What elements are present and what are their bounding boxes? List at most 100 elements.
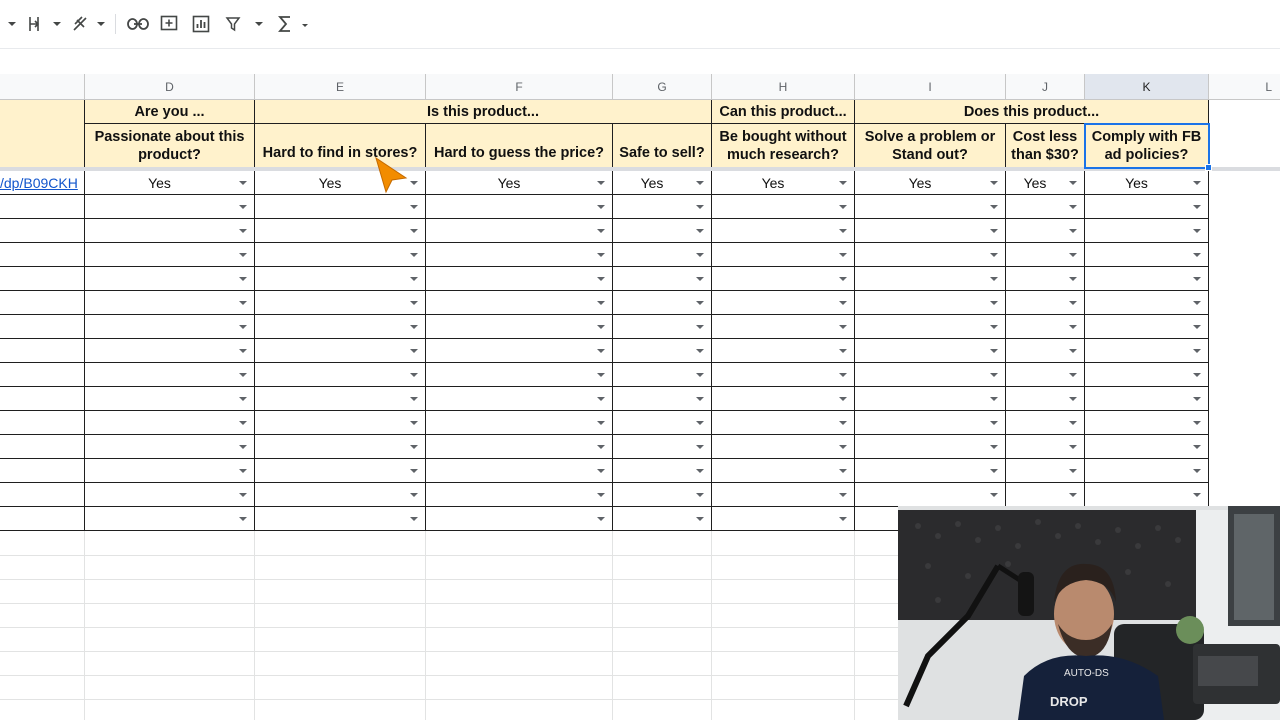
- dropdown-arrow-icon[interactable]: [990, 180, 998, 185]
- dropdown-arrow-icon[interactable]: [239, 372, 247, 377]
- dropdown-cell-g[interactable]: [613, 387, 712, 411]
- dropdown-arrow-icon[interactable]: [597, 396, 605, 401]
- text-wrap-icon[interactable]: [26, 12, 62, 36]
- product-link-cell[interactable]: [0, 387, 85, 411]
- dropdown-arrow-icon[interactable]: [839, 396, 847, 401]
- dropdown-arrow-icon[interactable]: [839, 276, 847, 281]
- dropdown-cell-k[interactable]: [1085, 315, 1209, 339]
- question-bought-without-research[interactable]: Be bought without much research?: [712, 124, 855, 168]
- dropdown-cell-k[interactable]: [1085, 435, 1209, 459]
- column-header-l[interactable]: L: [1209, 74, 1280, 99]
- dropdown-cell-j[interactable]: [1006, 411, 1085, 435]
- dropdown-arrow-icon[interactable]: [410, 252, 418, 257]
- dropdown-arrow-icon[interactable]: [410, 444, 418, 449]
- dropdown-cell-f[interactable]: [426, 387, 613, 411]
- dropdown-arrow-icon[interactable]: [990, 348, 998, 353]
- dropdown-arrow-icon[interactable]: [1193, 348, 1201, 353]
- question-solve-problem[interactable]: Solve a problem or Stand out?: [855, 124, 1006, 168]
- dropdown-arrow-icon[interactable]: [696, 516, 704, 521]
- dropdown-arrow-icon[interactable]: [839, 300, 847, 305]
- dropdown-cell-j[interactable]: [1006, 339, 1085, 363]
- dropdown-arrow-icon[interactable]: [839, 180, 847, 185]
- dropdown-arrow-icon[interactable]: [239, 300, 247, 305]
- dropdown-arrow-icon[interactable]: [597, 276, 605, 281]
- dropdown-arrow-icon[interactable]: [696, 252, 704, 257]
- dropdown-cell-i[interactable]: Yes: [855, 171, 1006, 195]
- dropdown-cell-d[interactable]: [85, 291, 255, 315]
- dropdown-arrow-icon[interactable]: [410, 276, 418, 281]
- dropdown-arrow-icon[interactable]: [839, 492, 847, 497]
- dropdown-cell-d[interactable]: [85, 315, 255, 339]
- dropdown-cell-d[interactable]: [85, 243, 255, 267]
- question-cost-less[interactable]: Cost less than $30?: [1006, 124, 1085, 168]
- dropdown-cell-h[interactable]: [712, 291, 855, 315]
- dropdown-cell-e[interactable]: [255, 339, 426, 363]
- functions-icon[interactable]: [276, 12, 312, 36]
- dropdown-arrow-icon[interactable]: [239, 348, 247, 353]
- dropdown-arrow-icon[interactable]: [1069, 396, 1077, 401]
- column-header-i[interactable]: I: [855, 74, 1006, 99]
- dropdown-arrow-icon[interactable]: [410, 324, 418, 329]
- dropdown-cell-d[interactable]: [85, 339, 255, 363]
- dropdown-cell-f[interactable]: [426, 195, 613, 219]
- dropdown-cell-f[interactable]: [426, 315, 613, 339]
- dropdown-arrow-icon[interactable]: [839, 228, 847, 233]
- dropdown-arrow-icon[interactable]: [1193, 396, 1201, 401]
- product-link-cell[interactable]: /dp/B09CKH: [0, 171, 85, 195]
- product-link-cell[interactable]: [0, 219, 85, 243]
- dropdown-cell-k[interactable]: [1085, 459, 1209, 483]
- dropdown-cell-j[interactable]: [1006, 195, 1085, 219]
- dropdown-cell-k[interactable]: [1085, 411, 1209, 435]
- dropdown-arrow-icon[interactable]: [1069, 180, 1077, 185]
- dropdown-arrow-icon[interactable]: [1069, 372, 1077, 377]
- dropdown-arrow-icon[interactable]: [597, 300, 605, 305]
- dropdown-arrow-icon[interactable]: [597, 204, 605, 209]
- dropdown-arrow-icon[interactable]: [839, 516, 847, 521]
- dropdown-arrow-icon[interactable]: [239, 324, 247, 329]
- dropdown-cell-i[interactable]: [855, 483, 1006, 507]
- group-header-are-you[interactable]: Are you ...: [85, 100, 255, 124]
- dropdown-arrow-icon[interactable]: [410, 396, 418, 401]
- dropdown-arrow-icon[interactable]: [239, 204, 247, 209]
- dropdown-arrow-icon[interactable]: [1069, 300, 1077, 305]
- dropdown-arrow-icon[interactable]: [696, 300, 704, 305]
- dropdown-cell-k[interactable]: [1085, 291, 1209, 315]
- dropdown-arrow-icon[interactable]: [1069, 324, 1077, 329]
- column-header-e[interactable]: E: [255, 74, 426, 99]
- dropdown-arrow-icon[interactable]: [990, 468, 998, 473]
- dropdown-cell-g[interactable]: [613, 195, 712, 219]
- dropdown-arrow-icon[interactable]: [1193, 252, 1201, 257]
- dropdown-arrow-icon[interactable]: [990, 444, 998, 449]
- dropdown-arrow-icon[interactable]: [410, 348, 418, 353]
- dropdown-cell-h[interactable]: [712, 315, 855, 339]
- dropdown-cell-f[interactable]: [426, 363, 613, 387]
- dropdown-cell-k[interactable]: [1085, 267, 1209, 291]
- dropdown-arrow-icon[interactable]: [239, 516, 247, 521]
- dropdown-arrow-icon[interactable]: [1069, 492, 1077, 497]
- question-comply-fb[interactable]: Comply with FB ad policies?: [1085, 124, 1209, 168]
- dropdown-cell-j[interactable]: [1006, 459, 1085, 483]
- dropdown-cell-h[interactable]: [712, 267, 855, 291]
- dropdown-arrow-icon[interactable]: [239, 444, 247, 449]
- dropdown-cell-d[interactable]: [85, 363, 255, 387]
- dropdown-cell-d[interactable]: [85, 411, 255, 435]
- dropdown-cell-j[interactable]: [1006, 291, 1085, 315]
- dropdown-arrow-icon[interactable]: [597, 420, 605, 425]
- dropdown-arrow-icon[interactable]: [597, 372, 605, 377]
- dropdown-arrow-icon[interactable]: [410, 468, 418, 473]
- dropdown-cell-f[interactable]: [426, 243, 613, 267]
- dropdown-cell-g[interactable]: [613, 435, 712, 459]
- dropdown-cell-f[interactable]: Yes: [426, 171, 613, 195]
- dropdown-cell-j[interactable]: [1006, 387, 1085, 411]
- dropdown-cell-i[interactable]: [855, 387, 1006, 411]
- dropdown-cell-k[interactable]: [1085, 483, 1209, 507]
- dropdown-cell-d[interactable]: [85, 459, 255, 483]
- dropdown-arrow-icon[interactable]: [990, 372, 998, 377]
- dropdown-cell-g[interactable]: [613, 507, 712, 531]
- dropdown-arrow-icon[interactable]: [839, 324, 847, 329]
- column-header-g[interactable]: G: [613, 74, 712, 99]
- dropdown-arrow-icon[interactable]: [1193, 444, 1201, 449]
- product-link-cell[interactable]: [0, 459, 85, 483]
- dropdown-cell-i[interactable]: [855, 411, 1006, 435]
- product-link-cell[interactable]: [0, 195, 85, 219]
